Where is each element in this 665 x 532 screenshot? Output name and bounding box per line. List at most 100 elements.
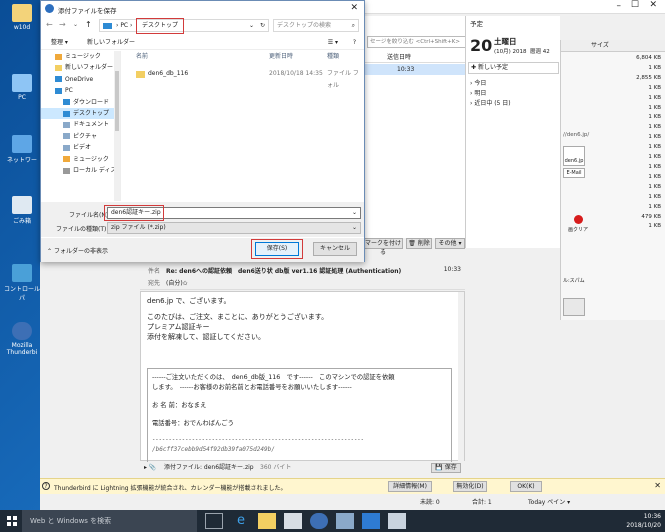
task-view-icon[interactable]	[205, 513, 223, 529]
up-icon[interactable]: ↑	[85, 20, 92, 29]
nav-item[interactable]: OneDrive	[41, 74, 115, 85]
folder-icon	[136, 71, 145, 78]
dialog-search-input[interactable]: デスクトップの検索 ⌕	[273, 19, 359, 32]
attachment-save-button[interactable]: 💾 保存	[431, 463, 461, 473]
new-folder-button[interactable]: 新しいフォルダー	[87, 36, 135, 50]
nav-item[interactable]: ドキュメント	[41, 119, 115, 130]
filename-dropdown-icon[interactable]: ⌄	[352, 208, 357, 218]
nav-item[interactable]: ピクチャ	[41, 131, 115, 142]
breadcrumb-pc[interactable]: › PC ›	[116, 20, 132, 31]
desktop-icon-user[interactable]: w10d	[2, 4, 42, 31]
maximize-icon[interactable]: ☐	[631, 0, 639, 10]
filetype-dropdown-icon[interactable]: ⌄	[352, 223, 357, 233]
desktop-icon-recycle[interactable]: ごみ箱	[2, 196, 42, 225]
taskbar-search[interactable]: Web と Windows を検索	[22, 510, 197, 532]
taskbar-thunderbird-icon[interactable]	[310, 513, 328, 529]
lock-icon[interactable]	[563, 298, 585, 316]
breadcrumb[interactable]: › PC › デスクトップ ⌄ ↻	[99, 19, 269, 32]
clear-tile[interactable]: 画クリア	[563, 215, 593, 237]
total-count: 合計: 1	[472, 499, 492, 506]
nav-item[interactable]: ビデオ	[41, 142, 115, 153]
email-tile[interactable]: E-Mail	[563, 168, 585, 178]
forward-icon[interactable]: →	[59, 20, 66, 29]
section-upcoming[interactable]: › 近日中 (5 日)	[470, 99, 511, 109]
organize-button[interactable]: 整理 ▾	[51, 36, 68, 50]
desktop-icon-pc[interactable]: PC	[2, 74, 42, 101]
url-fragment: //den6.jp/	[563, 132, 590, 138]
col-type[interactable]: 種類	[327, 51, 339, 63]
help-icon[interactable]: ?	[353, 36, 356, 50]
details-button[interactable]: 詳細情報(M)	[388, 481, 432, 492]
dialog-close-icon[interactable]: ✕	[350, 3, 358, 13]
taskbar-app2-icon[interactable]	[362, 513, 380, 529]
attachment-name[interactable]: 添付ファイル: den6認証キー.zip	[164, 462, 254, 474]
disable-button[interactable]: 無効化(D)	[453, 481, 487, 492]
taskbar-app-icon[interactable]	[336, 513, 354, 529]
store-icon[interactable]	[284, 513, 302, 529]
today-pane-toggle[interactable]: Today ペイン ▾	[528, 495, 570, 510]
nav-item-label: ローカル ディスク (C	[73, 167, 115, 175]
section-tomorrow[interactable]: › 明日	[470, 89, 511, 99]
recent-locations-icon[interactable]: ⌄	[73, 21, 78, 28]
explorer-icon[interactable]	[258, 513, 276, 529]
den6-tile[interactable]: den6.jp	[563, 146, 585, 166]
col-date[interactable]: 更新日時	[269, 51, 293, 63]
nav-item[interactable]: ダウンロード	[41, 97, 115, 108]
ok-button[interactable]: OK(K)	[510, 481, 542, 492]
nav-scrollbar[interactable]	[114, 51, 120, 201]
nav-item-icon	[63, 110, 70, 117]
taskbar-app3-icon[interactable]	[388, 513, 406, 529]
attachment-toggle[interactable]: ▸ 📎	[144, 462, 156, 474]
other-button[interactable]: その他 ▾	[435, 238, 465, 249]
status-bar: 未読: 0 合計: 1 Today ペイン ▾	[40, 495, 665, 510]
filetype-select[interactable]: zip ファイル (*.zip) ⌄	[107, 222, 361, 234]
file-row[interactable]: den6_db_116 2018/10/18 14:35 ファイル フォル	[122, 68, 364, 89]
body-scrollbar[interactable]	[458, 292, 464, 462]
section-today[interactable]: › 今日	[470, 79, 511, 89]
dialog-commandbar: 整理 ▾ 新しいフォルダー ☰ ▾ ?	[41, 36, 364, 50]
nav-item-icon	[55, 64, 62, 71]
nav-item[interactable]: ミュージック	[41, 154, 115, 165]
cancel-button[interactable]: キャンセル	[313, 242, 357, 256]
message-text: den6.jp で、ございます。 このたびは、ご注文、まことに、ありがとうござい…	[147, 297, 329, 341]
back-icon[interactable]: ←	[46, 20, 53, 29]
info-icon: ?	[42, 482, 50, 490]
breadcrumb-dropdown-icon[interactable]: ⌄	[249, 20, 254, 31]
size-column-header[interactable]: サイズ	[561, 40, 665, 52]
tray-clock[interactable]: 10:36 2018/10/20	[626, 512, 661, 530]
new-event-button[interactable]: ✚ 新しい予定	[468, 62, 559, 74]
size-cell: 1 KB	[648, 173, 661, 180]
edge-icon[interactable]: e	[232, 513, 250, 529]
size-cell: 1 KB	[648, 223, 661, 230]
nav-item[interactable]: ローカル ディスク (C	[41, 165, 115, 176]
close-notification-icon[interactable]: ✕	[654, 481, 661, 490]
hide-folders-toggle[interactable]: ⌃ フォルダーの非表示	[47, 246, 108, 255]
taskbar: Web と Windows を検索 e 10:36 2018/10/20	[0, 510, 665, 532]
nav-scroll-thumb[interactable]	[115, 71, 119, 131]
dialog-fields: ファイル名(N): den6認証キー.zip ⌄ ファイルの種類(T): zip…	[41, 202, 364, 237]
start-button[interactable]	[0, 510, 22, 532]
desktop-icon-network[interactable]: ネットワー	[2, 135, 42, 164]
size-cell: 1 KB	[648, 183, 661, 190]
desktop-icon-control-panel[interactable]: コントロール パ	[2, 264, 42, 302]
minimize-icon[interactable]: –	[617, 1, 622, 11]
nav-item-label: ドキュメント	[73, 121, 110, 129]
spam-label: ル:スパム	[563, 278, 585, 284]
col-date-label[interactable]: 送信日時	[387, 53, 411, 63]
dialog-title: 添付ファイルを保存	[58, 7, 117, 15]
col-name[interactable]: 名前	[136, 51, 148, 63]
nav-item[interactable]: 新しいフォルダー (5 の	[41, 62, 115, 73]
size-cell: 1 KB	[648, 154, 661, 161]
close-icon[interactable]: ✕	[649, 0, 657, 10]
view-options-icon[interactable]: ☰ ▾	[328, 36, 338, 50]
nav-item[interactable]: デスクトップ	[41, 108, 115, 120]
desktop-icon-label: ネットワー	[6, 157, 37, 164]
size-cell: 1 KB	[648, 64, 661, 71]
refresh-icon[interactable]: ↻	[260, 20, 265, 31]
nav-item[interactable]: ミュージック	[41, 51, 115, 62]
delete-button[interactable]: 🗑 削除	[406, 238, 432, 249]
tag-button[interactable]: マークを付ける	[363, 238, 403, 256]
thunderbird-small-icon	[45, 4, 54, 13]
nav-item[interactable]: PC	[41, 85, 115, 96]
desktop-icon-thunderbird[interactable]: Mozilla Thunderbi	[2, 322, 42, 356]
